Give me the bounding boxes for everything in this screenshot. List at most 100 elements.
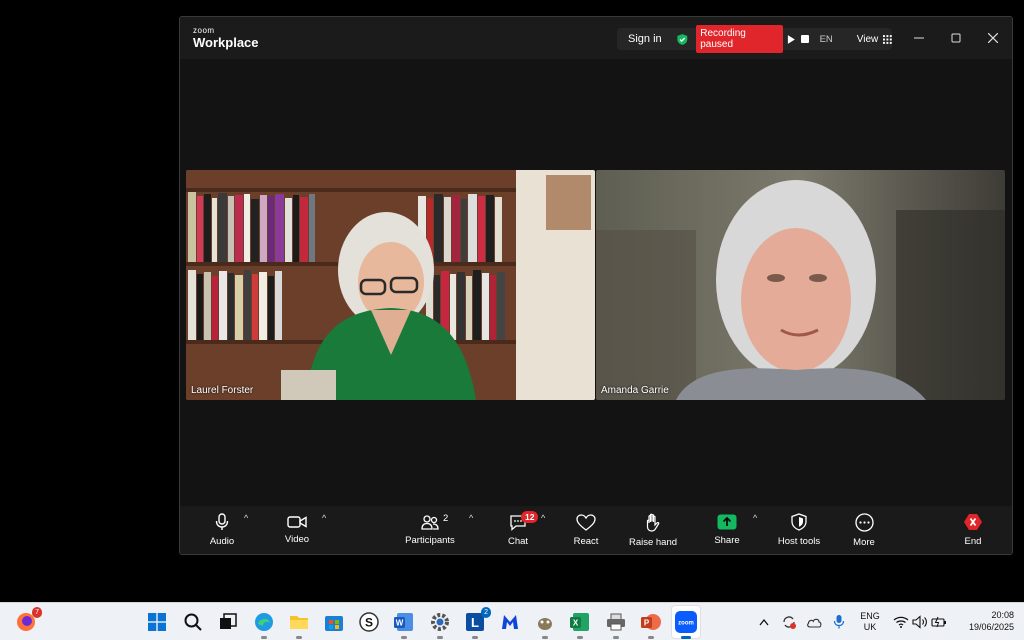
sync-tray-button[interactable] [778,611,800,633]
recording-status-badge: Recording paused [696,25,784,53]
logo-big-text: Workplace [193,35,259,50]
excel-taskbar-button[interactable]: X [569,611,591,639]
minimize-icon [914,37,924,39]
firefox-notification-badge: 7 [32,607,42,618]
raise-hand-button[interactable]: Raise hand [628,506,678,554]
file-explorer-taskbar-button[interactable] [288,611,310,639]
store-taskbar-button[interactable] [323,611,345,633]
running-indicator [542,636,548,639]
task-view-button[interactable] [217,611,239,633]
zoom-app-icon: zoom [675,611,697,633]
microphone-icon [215,513,229,530]
react-button[interactable]: React [570,506,602,554]
video-camera-icon [287,516,307,528]
svg-text:P: P [644,619,650,628]
language-interpretation[interactable]: EN [820,34,833,45]
malwarebytes-taskbar-button[interactable] [499,611,521,633]
start-button[interactable] [146,611,168,633]
powerpoint-taskbar-button[interactable]: P [640,611,662,639]
active-indicator [681,636,691,639]
host-shield-icon [791,513,807,531]
heart-icon [576,513,596,531]
printer-icon [607,613,625,631]
svg-text:W: W [396,619,404,628]
video-button[interactable]: Video [280,506,314,554]
participant-video-feed [596,170,1005,400]
video-options-chevron-icon[interactable]: ^ [322,513,326,523]
raise-hand-icon [646,513,660,532]
audio-options-chevron-icon[interactable]: ^ [244,513,248,523]
stop-recording-icon[interactable] [800,35,809,43]
zoom-logo: zoom Workplace [193,26,259,50]
running-indicator [648,636,654,639]
react-label: React [573,535,599,547]
clock-date[interactable]: 19/06/2025 [950,622,1014,633]
word-taskbar-button[interactable]: W [393,611,415,639]
video-tile-amanda[interactable]: Amanda Garrie [596,170,1005,400]
end-label: End [964,536,982,547]
clock-time[interactable]: 20:08 [950,610,1014,621]
search-taskbar-button[interactable] [182,611,204,633]
edge-taskbar-button[interactable] [253,611,275,639]
host-tools-button[interactable]: Host tools [773,506,825,554]
zoom-taskbar-button[interactable]: zoom [675,611,697,639]
more-options-icon [854,512,874,532]
raise-hand-label: Raise hand [628,536,678,548]
close-icon [988,33,998,43]
microsoft-store-icon [325,616,343,631]
maximize-button[interactable] [946,28,966,48]
participants-options-chevron-icon[interactable]: ^ [469,513,473,523]
printer-taskbar-button[interactable] [605,611,627,639]
participant-name-tag: Laurel Forster [191,385,254,396]
running-indicator [472,636,478,639]
lync-notification-badge: 2 [481,607,491,618]
zoom-meeting-window: zoom Workplace Sign in Recording paused … [179,16,1013,555]
more-button[interactable]: More [849,506,879,554]
gimp-taskbar-button[interactable] [534,611,556,639]
participants-count: 2 [443,513,449,524]
svg-text:L: L [471,615,479,630]
share-screen-icon [717,514,737,530]
minimize-button[interactable] [909,28,929,48]
share-button[interactable]: Share [711,506,743,554]
video-tile-laurel[interactable]: Laurel Forster [186,170,595,400]
close-button[interactable] [983,28,1003,48]
meeting-toolbar: Audio ^ Video ^ Participants 2 ^ Chat 12… [180,506,1012,554]
gear-icon [431,613,449,631]
microphone-tray-button[interactable] [828,611,850,633]
sign-in-link[interactable]: Sign in [628,33,674,45]
battery-tray-button[interactable] [928,611,950,633]
show-hidden-icons-button[interactable] [753,611,775,633]
running-indicator [577,636,583,639]
audio-label: Audio [209,536,235,547]
word-icon: W [394,613,413,631]
running-indicator [261,636,267,639]
input-language-code[interactable]: ENG [856,611,884,622]
excel-icon: X [570,613,589,631]
running-indicator [613,636,619,639]
microphone-in-use-icon [833,615,845,629]
s-app-taskbar-button[interactable]: S [358,611,380,633]
chat-options-chevron-icon[interactable]: ^ [541,513,545,523]
wifi-icon [893,616,909,628]
view-button[interactable]: View [857,34,879,45]
input-region-code[interactable]: UK [856,622,884,633]
s-app-icon: S [359,612,379,632]
video-label: Video [284,534,310,545]
speaker-icon [912,615,927,629]
audio-button[interactable]: Audio [206,506,238,554]
chevron-up-icon [759,618,769,626]
settings-taskbar-button[interactable] [429,611,451,639]
firefox-taskbar-button[interactable]: 7 [15,607,42,633]
grid-view-icon[interactable] [883,34,892,44]
participants-button[interactable]: Participants [402,506,458,554]
encryption-shield-icon[interactable] [676,33,689,46]
lync-taskbar-button[interactable]: L 2 [464,607,491,639]
resume-recording-icon[interactable] [787,34,796,44]
chat-unread-badge: 12 [521,511,539,523]
end-meeting-button[interactable]: End [958,506,988,554]
svg-text:zoom: zoom [678,621,694,627]
logo-small-text: zoom [193,26,215,35]
share-options-chevron-icon[interactable]: ^ [753,513,757,523]
onedrive-tray-button[interactable] [803,611,825,633]
